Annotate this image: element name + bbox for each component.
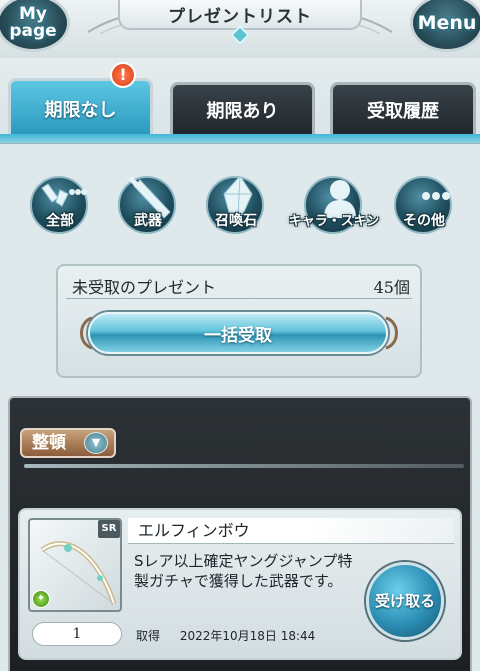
header-bar: プレゼントリスト: [0, 0, 480, 58]
category-all[interactable]: 全部: [12, 172, 92, 242]
acquired-date: 2022年10月18日 18:44: [179, 629, 316, 643]
item-quantity: 1: [32, 622, 122, 646]
category-all-label: 全部: [46, 213, 74, 229]
tab-with-expiry[interactable]: 期限あり: [170, 82, 315, 134]
wind-element-icon: ✦: [32, 590, 50, 608]
category-summon[interactable]: 召喚石: [188, 172, 268, 242]
receive-button[interactable]: 受け取る: [366, 562, 444, 640]
page-title: プレゼントリスト: [168, 7, 312, 27]
acquired-info: 取得 2022年10月18日 18:44: [136, 627, 315, 644]
category-weapon[interactable]: 武器: [100, 172, 180, 242]
item-name: エルフィンボウ: [128, 518, 454, 544]
category-character-skin-label: キャラ・スキン: [288, 214, 380, 229]
bulk-receive-button[interactable]: 一括受取: [88, 312, 388, 354]
panel-divider: [24, 464, 464, 468]
mypage-label-line2: page: [9, 21, 57, 41]
item-description: Sレア以上確定ヤングジャンプ特製ガチャで獲得した武器です。: [134, 552, 353, 590]
acquired-label: 取得: [136, 629, 161, 643]
category-other[interactable]: その他: [376, 172, 456, 242]
tab-history[interactable]: 受取履歴: [330, 82, 476, 134]
tab-underline-bar: [0, 134, 480, 144]
unreceived-divider: [66, 298, 412, 299]
category-summon-label: 召喚石: [215, 213, 257, 229]
tab-no-expiry[interactable]: 期限なし: [8, 78, 153, 136]
category-character-skin[interactable]: キャラ・スキン: [286, 172, 379, 242]
category-other-label: その他: [403, 213, 445, 229]
unreceived-count: 45個: [373, 278, 410, 297]
sort-button-label: 整頓: [32, 433, 66, 453]
unreceived-label: 未受取のプレゼント: [72, 278, 217, 297]
tab-alert-badge: !: [110, 62, 136, 88]
rarity-badge: SR: [98, 520, 120, 538]
chevron-down-icon[interactable]: ▼: [84, 432, 108, 454]
category-weapon-label: 武器: [134, 213, 162, 229]
